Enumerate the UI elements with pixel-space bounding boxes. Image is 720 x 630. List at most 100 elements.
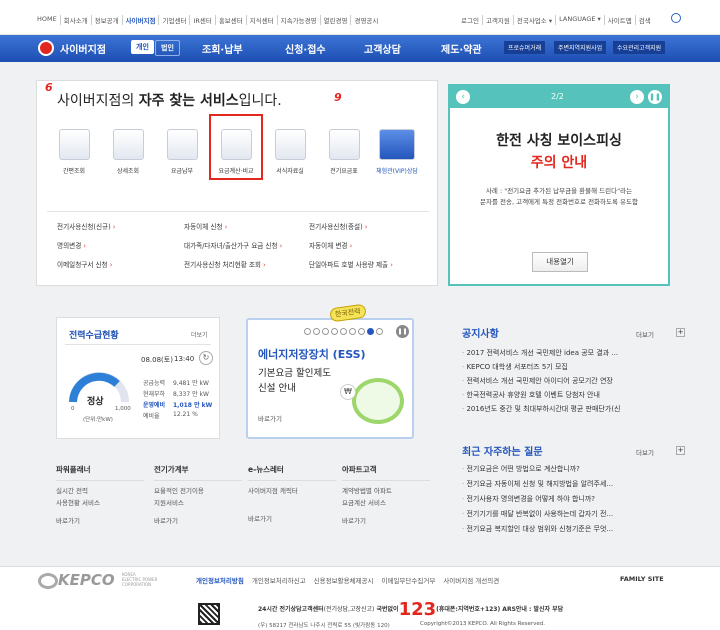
notice-item[interactable]: 2017 전력서비스 개선 국민제안 idea 공모 결과 ... — [462, 348, 618, 358]
util-link[interactable]: 로그인 — [458, 15, 482, 25]
family-site-select[interactable]: FAMILY SITE — [620, 575, 664, 583]
util-link[interactable]: 기업센터 — [158, 15, 189, 25]
footer-link[interactable]: 신용정보활용체제공시 — [314, 575, 374, 585]
shortcut-more-link[interactable]: 바로가기 — [248, 513, 336, 523]
tab-personal[interactable]: 개인 — [131, 40, 154, 54]
pause-icon[interactable]: ❚❚ — [396, 325, 409, 338]
shortcut-apartment[interactable]: 아파트고객 계약방법별 아파트 요금계산 서비스 바로가기 — [342, 464, 430, 525]
notice-item[interactable]: KEPCO 대학생 서포터즈 5기 모집 — [462, 362, 567, 372]
slide-dot-active[interactable] — [367, 328, 374, 335]
supply-row-value: 9,481 만 kW — [173, 380, 209, 387]
service-rate-calculation[interactable]: 요금계산·비교 — [218, 129, 254, 175]
slide-dot[interactable] — [322, 328, 329, 335]
link-email-bill[interactable]: 이메일청구서 신청 — [57, 259, 112, 269]
open-content-button[interactable]: 내용열기 — [532, 252, 588, 272]
supply-more-link[interactable]: 더보기 — [191, 330, 208, 339]
ess-more-link[interactable]: 바로가기 — [258, 413, 282, 423]
faq-item[interactable]: 전기요금은 어떤 방법으로 계산합니까? — [462, 464, 579, 474]
chevron-right-icon[interactable]: › — [630, 90, 644, 104]
notice-more-link[interactable]: 더보기 — [636, 329, 654, 339]
tab-corporate[interactable]: 법인 — [155, 40, 180, 56]
service-forms[interactable]: 서식자료실 — [275, 129, 306, 175]
chart-icon — [59, 129, 90, 160]
quick-prosumer[interactable]: 프로슈머거래 — [504, 41, 546, 54]
menu-inquiry-payment[interactable]: 조회·납부 — [202, 41, 243, 56]
link-name-change[interactable]: 명의변경 — [57, 240, 86, 250]
slide-dot[interactable] — [313, 328, 320, 335]
brand-title[interactable]: 사이버지점 — [60, 41, 106, 56]
footer-link[interactable]: 사이버지점 개선의견 — [443, 575, 499, 585]
menu-policy[interactable]: 제도·약관 — [441, 41, 482, 56]
footer-link-privacy[interactable]: 개인정보처리방침 — [196, 575, 244, 585]
link-autopay-apply[interactable]: 자동이체 신청 — [184, 221, 227, 231]
util-link[interactable]: LANGUAGE ▾ — [555, 15, 604, 25]
quick-demand-management[interactable]: 수요관리고객지원 — [613, 41, 666, 54]
ess-line-2: 신설 안내 — [258, 383, 296, 394]
shortcut-desc: 실시간 전력 — [56, 487, 88, 495]
faq-item[interactable]: 전기요금 복지할인 대상 범위와 신청기준은 무엇... — [462, 524, 613, 534]
footer-link[interactable]: 이메일무단수집거부 — [381, 575, 435, 585]
supply-date: 08.08(토) — [141, 356, 173, 364]
util-link[interactable]: 경영공시 — [350, 15, 381, 25]
link-new-service[interactable]: 전기사용신청(신규) — [57, 221, 115, 231]
util-link[interactable]: 사이버지점 — [121, 15, 159, 25]
service-payment[interactable]: 요금납부 — [167, 129, 198, 175]
shortcut-energy-ledger[interactable]: 전기가계부 요율적인 전기이용 지원서비스 바로가기 — [154, 464, 242, 525]
notice-item[interactable]: 2016년도 중간 및 최대부하시간대 평균 판매단가(신 — [462, 404, 620, 414]
link-autopay-change[interactable]: 자동이체 변경 — [309, 240, 352, 250]
link-family-discount[interactable]: 대가족/다자녀/출산가구 요금 신청 — [184, 240, 282, 250]
shortcut-newsletter[interactable]: e-뉴스레터 사이버지점 캐릭터 바로가기 — [248, 464, 336, 523]
plus-icon[interactable]: + — [676, 446, 685, 455]
util-link[interactable]: 정보공개 — [90, 15, 122, 25]
search-icon[interactable] — [671, 13, 681, 23]
link-service-status[interactable]: 전기사용신청 처리현황 조회 — [184, 259, 266, 269]
refresh-icon[interactable]: ↻ — [199, 351, 213, 365]
faq-item[interactable]: 전기요금 자동이체 신청 및 해지방법을 알려주세... — [462, 479, 613, 489]
menu-application[interactable]: 신청·접수 — [285, 41, 326, 56]
footer-links: 개인정보처리방침 개인정보처리하신고 신용정보활용체제공시 이메일무단수집거부 … — [196, 575, 499, 585]
service-easy-inquiry[interactable]: 간편조회 — [59, 129, 90, 175]
plus-icon[interactable]: + — [676, 328, 685, 337]
util-link[interactable]: IR센터 — [189, 15, 214, 25]
pause-icon[interactable]: ❚❚ — [648, 90, 662, 104]
service-rate-table[interactable]: 전기요금표 — [329, 129, 360, 175]
slide-dots — [304, 328, 383, 335]
slide-dot[interactable] — [376, 328, 383, 335]
slide-dot[interactable] — [340, 328, 347, 335]
service-vip-consultation[interactable]: 체험관(VIP)상담 — [376, 129, 418, 175]
notice-item[interactable]: 전력서비스 개선 국민제안 아이디어 공모기간 연장 — [462, 376, 612, 386]
util-link[interactable]: 열린경영 — [319, 15, 351, 25]
util-link[interactable]: 지식센터 — [245, 15, 277, 25]
faq-more-link[interactable]: 더보기 — [636, 447, 654, 457]
util-link[interactable]: 검색 — [634, 15, 654, 25]
faq-item[interactable]: 전기사용자 명의변경을 어떻게 하야 합니까? — [462, 494, 595, 504]
shortcut-more-link[interactable]: 바로가기 — [342, 515, 430, 525]
kepco-symbol-icon — [38, 40, 54, 56]
shortcut-power-planner[interactable]: 파워플래너 실시간 전력 사용현황 서비스 바로가기 — [56, 464, 144, 525]
util-link[interactable]: 회사소개 — [59, 15, 91, 25]
shortcut-more-link[interactable]: 바로가기 — [154, 515, 242, 525]
util-link[interactable]: 사이트맵 — [603, 15, 635, 25]
util-link[interactable]: 지속가능경영 — [276, 15, 320, 25]
supply-row-label: 현재부하 — [143, 391, 166, 398]
slide-dot[interactable] — [349, 328, 356, 335]
qr-code-icon — [198, 603, 220, 625]
shortcut-more-link[interactable]: 바로가기 — [56, 515, 144, 525]
menu-consultation[interactable]: 고객상담 — [364, 41, 401, 56]
faq-item[interactable]: 전기기기를 매달 반복없이 사용하는데 갑자기 전... — [462, 509, 613, 519]
util-link[interactable]: HOME — [34, 15, 60, 25]
slide-dot[interactable] — [331, 328, 338, 335]
footer-link[interactable]: 개인정보처리하신고 — [252, 575, 306, 585]
quick-local-support[interactable]: 주변지역지원사업 — [554, 41, 607, 54]
util-link[interactable]: 고객지원 — [481, 15, 513, 25]
shortcut-desc: 계약방법별 아파트 — [342, 487, 392, 495]
notice-item[interactable]: 한국전력공사 휴양원 호텔 이벤트 당첨자 안내 — [462, 390, 600, 400]
slide-dot[interactable] — [358, 328, 365, 335]
link-apartment-usage[interactable]: 단일아파트 호별 사용량 제출 — [309, 259, 393, 269]
service-detail-inquiry[interactable]: 상세조회 — [113, 129, 144, 175]
util-link[interactable]: 홍보센터 — [214, 15, 246, 25]
slide-dot[interactable] — [304, 328, 311, 335]
util-link[interactable]: 전국사업소 ▾ — [512, 15, 555, 25]
link-capacity-increase[interactable]: 전기사용신청(증설) — [309, 221, 367, 231]
chevron-left-icon[interactable]: ‹ — [456, 90, 470, 104]
